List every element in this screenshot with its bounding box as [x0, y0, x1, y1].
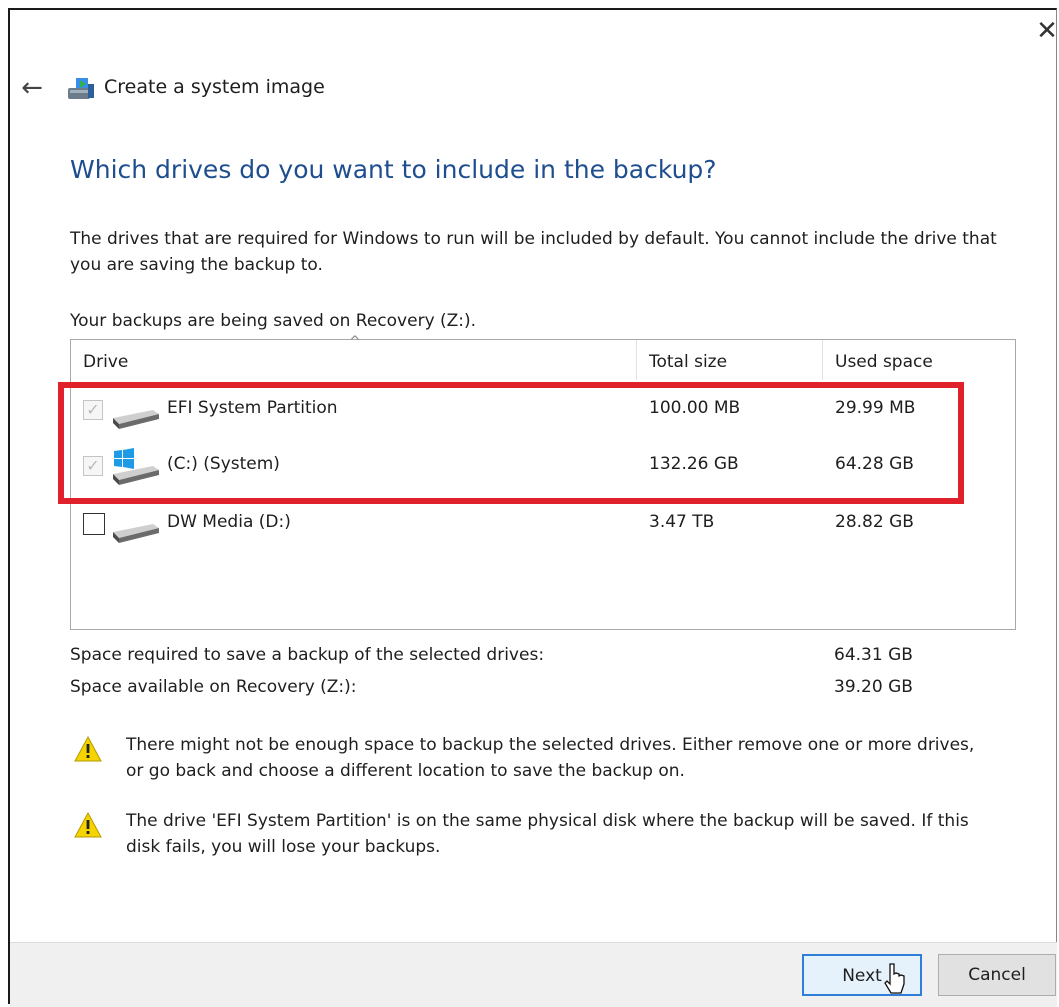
page-heading: Which drives do you want to include in t…: [70, 155, 717, 184]
column-header-total-size[interactable]: Total size: [637, 340, 823, 380]
warning-icon: [74, 812, 102, 838]
warning-same-disk: The drive 'EFI System Partition' is on t…: [126, 811, 969, 857]
space-available-label: Space available on Recovery (Z:):: [70, 677, 357, 697]
drive-checkbox: ✓: [83, 456, 103, 476]
column-header-used-space[interactable]: Used space: [823, 340, 1015, 380]
drive-used-space: 29.99 MB: [835, 398, 916, 418]
backup-location-text: Your backups are being saved on Recovery…: [70, 311, 477, 331]
drive-checkbox: ✓: [83, 400, 103, 420]
drive-icon: [113, 410, 159, 429]
space-required-label: Space required to save a backup of the s…: [70, 645, 545, 665]
drive-total-size: 132.26 GB: [649, 454, 739, 474]
window-title: Create a system image: [104, 76, 325, 98]
back-arrow-icon: ←: [21, 73, 43, 103]
cancel-button[interactable]: Cancel: [938, 954, 1056, 996]
back-button[interactable]: ←: [14, 70, 50, 106]
space-required-value: 64.31 GB: [834, 645, 913, 665]
drive-name: DW Media (D:): [167, 512, 291, 532]
drive-total-size: 3.47 TB: [649, 512, 715, 532]
drive-icon: [113, 524, 159, 543]
drive-name: EFI System Partition: [167, 398, 338, 418]
warning-not-enough-space: There might not be enough space to backu…: [126, 735, 975, 781]
drive-total-size: 100.00 MB: [649, 398, 741, 418]
space-available-value: 39.20 GB: [834, 677, 913, 697]
close-button[interactable]: ✕: [1030, 14, 1059, 48]
backup-app-icon: [68, 78, 94, 99]
drive-row-media[interactable]: DW Media (D:) 3.47 TB 28.82 GB: [71, 500, 1015, 552]
windows-logo-icon: [114, 448, 134, 469]
drive-checkbox[interactable]: [83, 513, 105, 535]
drive-name: (C:) (System): [167, 454, 280, 474]
drive-row-efi[interactable]: ✓ EFI System Partition 100.00 MB 29.99 M…: [71, 386, 1015, 438]
page-description: The drives that are required for Windows…: [70, 229, 997, 275]
drive-used-space: 64.28 GB: [835, 454, 914, 474]
drive-list: ^ Drive Total size Used space ✓ EFI Syst…: [70, 334, 1016, 630]
column-header-drive[interactable]: Drive: [71, 340, 637, 380]
drive-row-system[interactable]: ✓ (C:) (System) 132.26 GB 64.28 GB: [71, 442, 1015, 494]
drive-used-space: 28.82 GB: [835, 512, 914, 532]
close-icon: ✕: [1036, 16, 1058, 46]
next-button[interactable]: Next: [802, 954, 922, 996]
warning-icon: [74, 736, 102, 762]
